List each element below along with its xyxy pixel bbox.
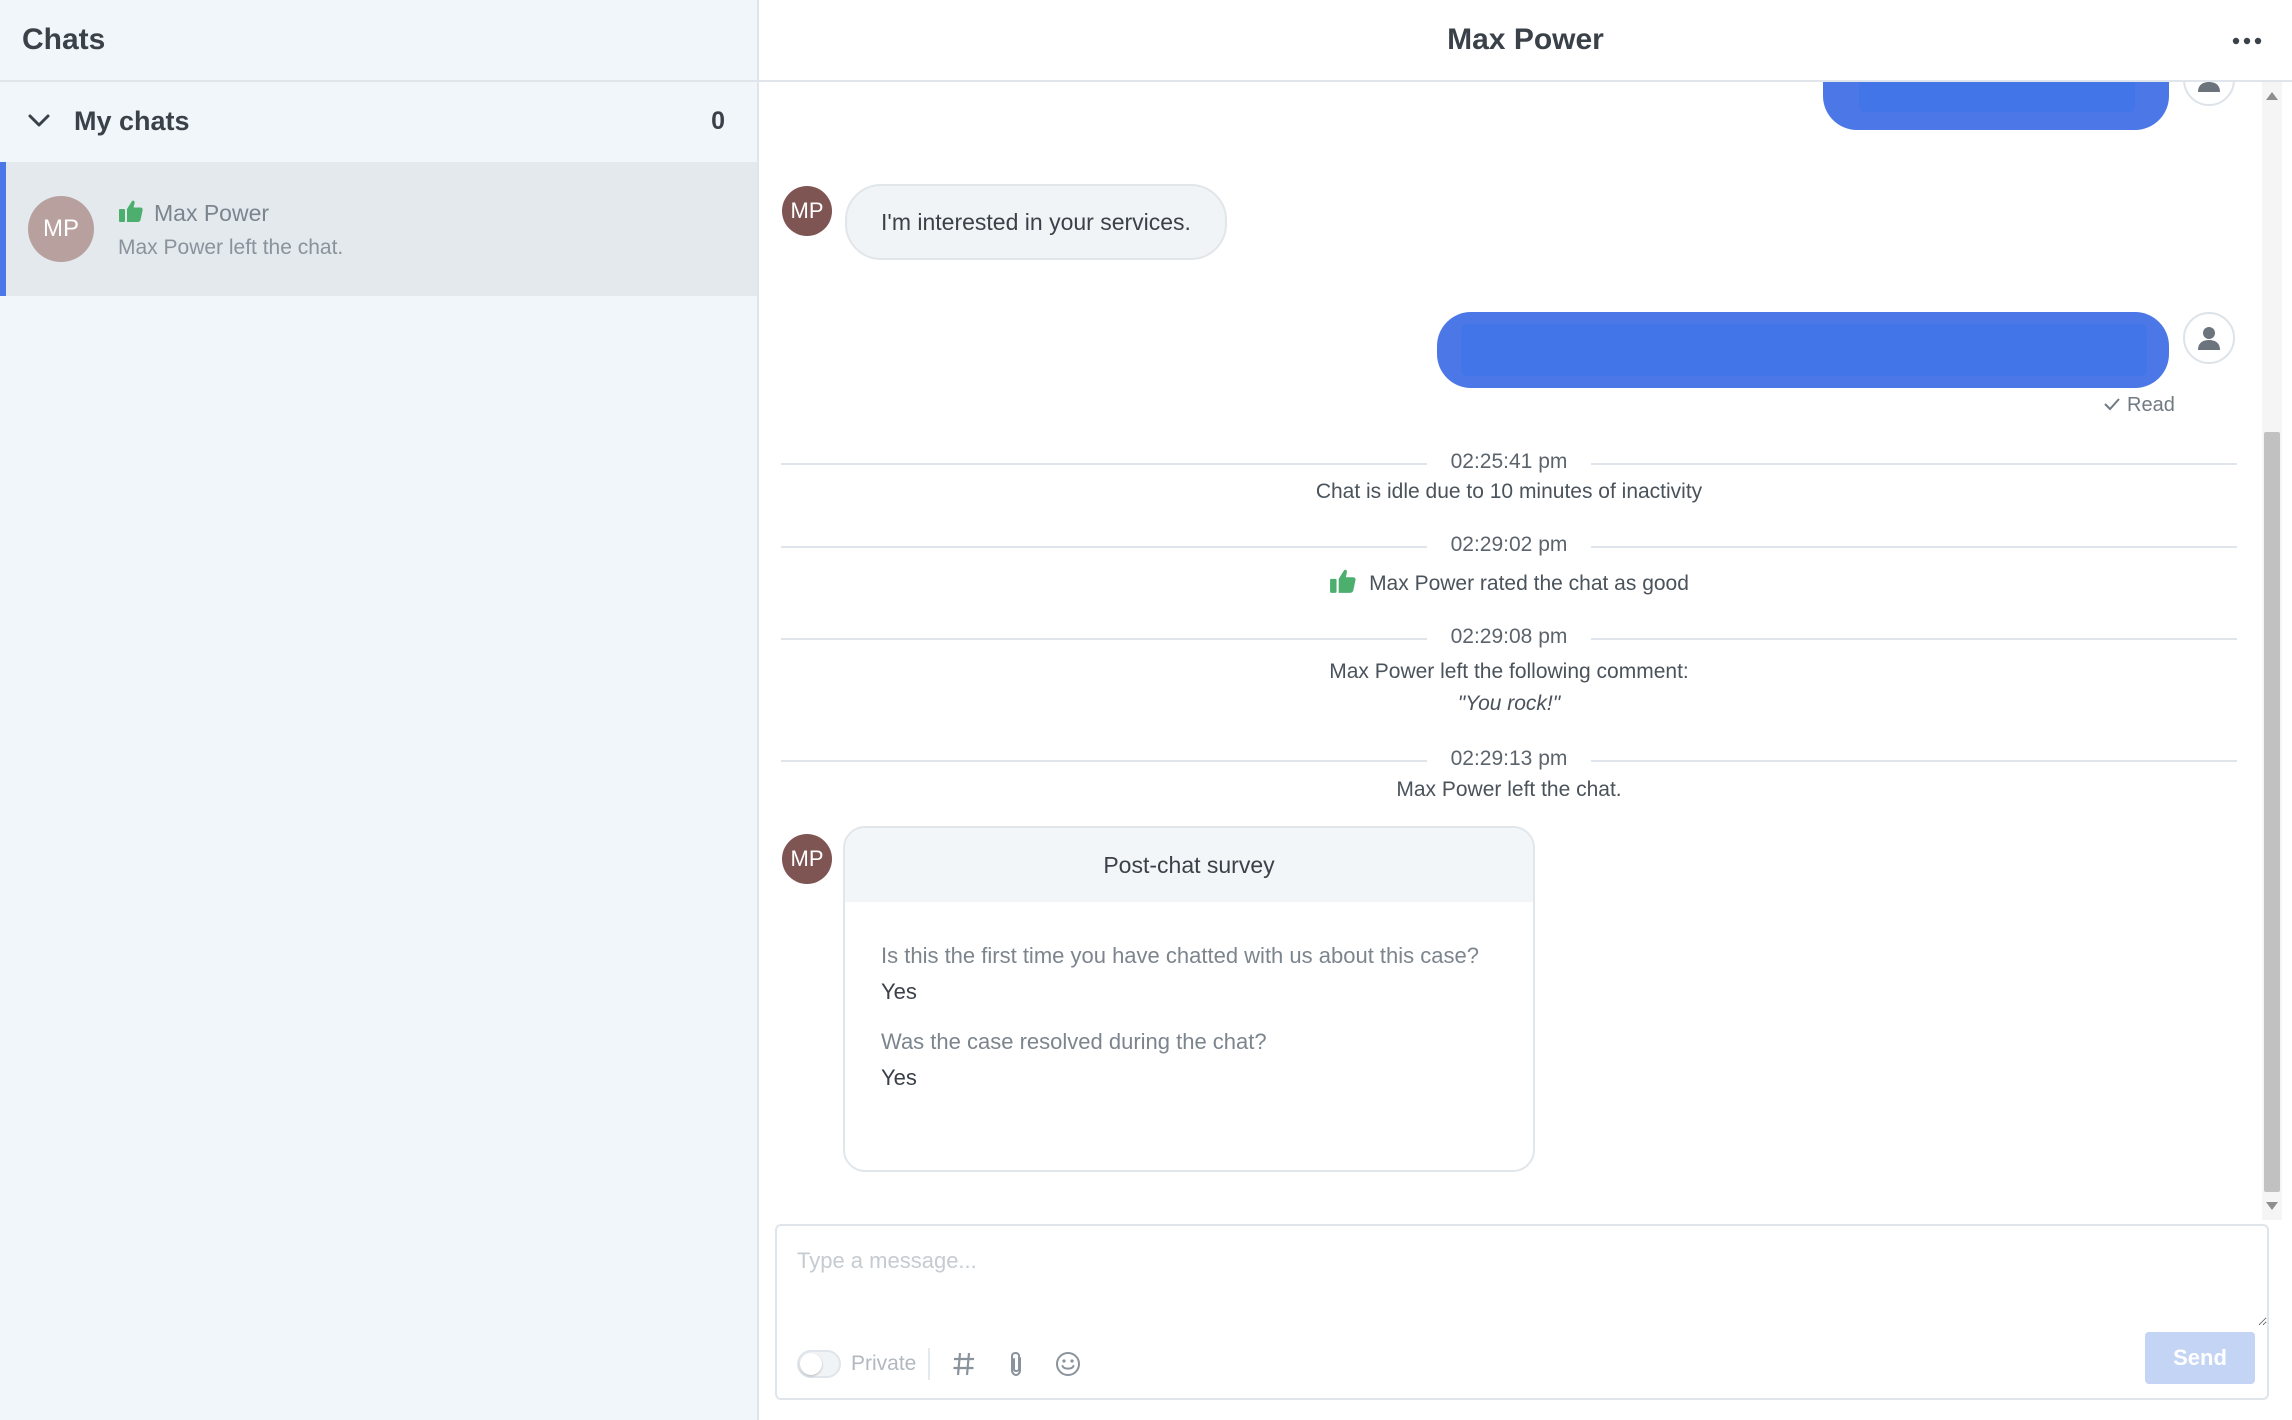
agent-avatar <box>2183 82 2235 106</box>
message-list-scrollbar[interactable] <box>2262 82 2282 1220</box>
chat-app: Chats My chats 0 MP Max Power Max Power … <box>0 0 2292 1420</box>
hashtag-icon[interactable] <box>948 1348 980 1380</box>
message-composer: Private Send <box>775 1224 2269 1400</box>
survey-question: Is this the first time you have chatted … <box>881 943 1479 968</box>
incoming-message-bubble: I'm interested in your services. <box>845 184 1227 260</box>
chat-header: Max Power <box>759 0 2292 82</box>
post-chat-survey-card: Post-chat survey Is this the first time … <box>843 826 1535 1172</box>
event-text: Max Power left the chat. <box>1396 778 1622 801</box>
sidebar-title: Chats <box>22 23 106 56</box>
sidebar-header: Chats <box>0 0 757 82</box>
scroll-down-arrow-icon[interactable] <box>2266 1202 2278 1210</box>
agent-avatar <box>2183 312 2235 364</box>
divider <box>928 1348 931 1380</box>
read-label: Read <box>2127 394 2175 416</box>
send-button[interactable]: Send <box>2145 1332 2255 1384</box>
survey-answer: Yes <box>881 1065 917 1090</box>
private-toggle[interactable] <box>797 1350 841 1378</box>
emoji-icon[interactable] <box>1052 1348 1084 1380</box>
chat-item-name: Max Power <box>154 199 270 226</box>
section-count: 0 <box>711 106 725 135</box>
survey-body: Is this the first time you have chatted … <box>845 902 1533 1116</box>
redacted-content <box>1859 82 2135 112</box>
read-receipt: Read <box>2103 394 2175 417</box>
event-timestamp: 02:25:41 pm <box>759 450 2259 474</box>
event-text: Max Power rated the chat as good <box>1369 572 1689 595</box>
section-label: My chats <box>74 105 190 136</box>
outgoing-message-bubble <box>1437 312 2169 388</box>
event-timestamp: 02:29:02 pm <box>759 533 2259 557</box>
chat-item-preview: Max Power left the chat. <box>118 235 344 259</box>
event-timestamp: 02:29:08 pm <box>759 625 2259 649</box>
chevron-down-icon[interactable] <box>26 108 52 134</box>
thumbs-up-icon <box>118 199 144 228</box>
chat-item-name-row: Max Power <box>118 199 343 228</box>
message-input[interactable] <box>777 1226 2267 1326</box>
checkmark-icon <box>2103 394 2121 417</box>
event-timestamp: 02:29:13 pm <box>759 747 2259 771</box>
redacted-content <box>1461 324 2147 376</box>
survey-answer: Yes <box>881 979 917 1004</box>
composer-toolbar: Private <box>797 1348 1104 1380</box>
thumbs-up-icon <box>1329 568 1357 600</box>
chat-title: Max Power <box>1447 23 1604 56</box>
private-label: Private <box>851 1352 917 1375</box>
event-rating: Max Power rated the chat as good <box>759 568 2259 600</box>
avatar: MP <box>782 834 832 884</box>
event-text: Chat is idle due to 10 minutes of inacti… <box>1315 480 1703 503</box>
avatar: MP <box>782 186 832 236</box>
my-chats-section-header[interactable]: My chats 0 <box>0 82 757 160</box>
sidebar: Chats My chats 0 MP Max Power Max Power … <box>0 0 759 1420</box>
survey-title: Post-chat survey <box>845 828 1533 902</box>
event-text: Max Power left the following comment: <box>1329 660 1689 683</box>
chat-item-text: Max Power Max Power left the chat. <box>118 199 343 260</box>
chat-list-item[interactable]: MP Max Power Max Power left the chat. <box>0 162 757 296</box>
message-list[interactable]: MP I'm interested in your services. Read… <box>759 82 2259 1220</box>
outgoing-message-bubble <box>1823 82 2169 130</box>
chat-main: Max Power MP I'm interested in your serv… <box>759 0 2292 1420</box>
more-options-icon[interactable] <box>2230 26 2264 56</box>
scroll-thumb[interactable] <box>2264 432 2280 1192</box>
survey-question: Was the case resolved during the chat? <box>881 1029 1267 1054</box>
paperclip-icon[interactable] <box>1000 1348 1032 1380</box>
avatar: MP <box>28 196 94 262</box>
scroll-up-arrow-icon[interactable] <box>2266 92 2278 100</box>
event-quote: "You rock!" <box>1457 692 1561 715</box>
